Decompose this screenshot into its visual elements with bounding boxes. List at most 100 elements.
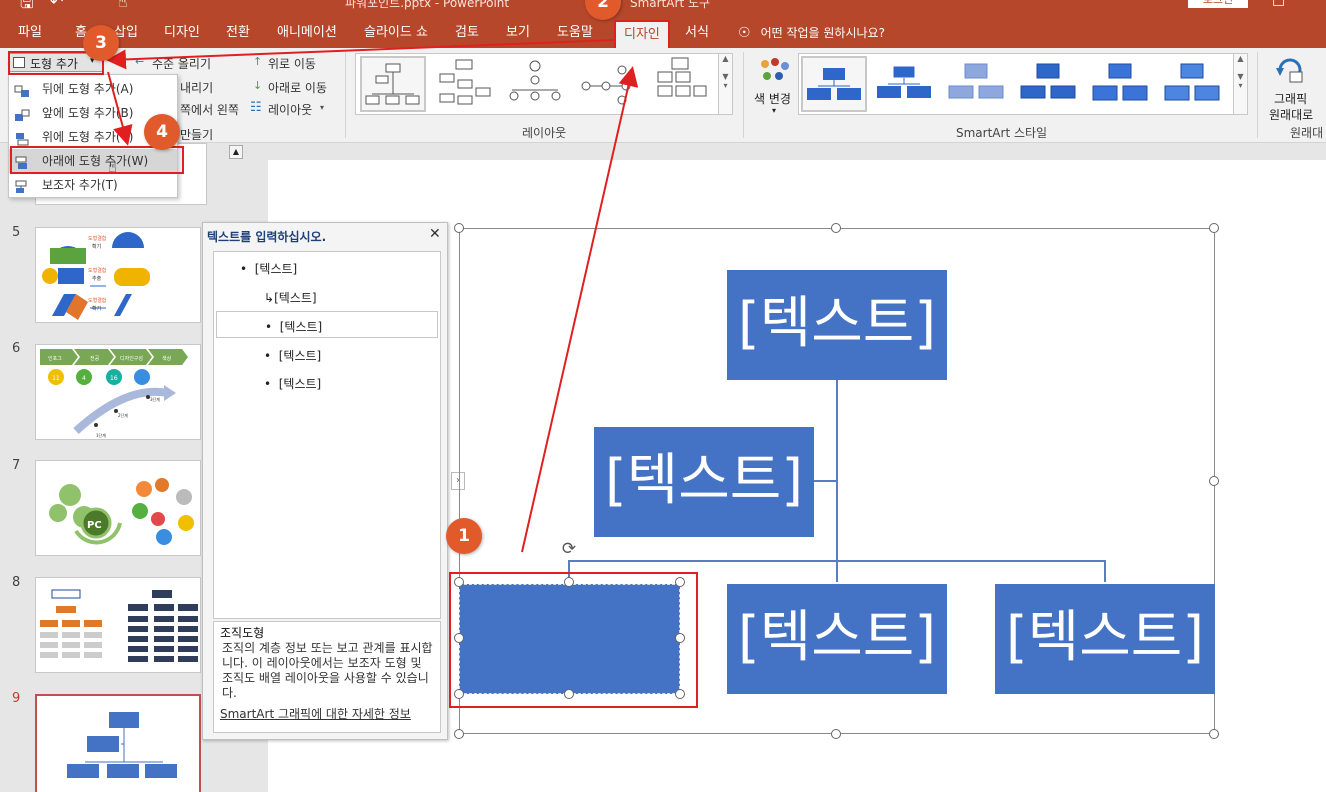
tell-me-search[interactable]: ☉ 어떤 작업을 원하시나요? [738, 20, 885, 48]
frame-resize-handle[interactable] [1209, 476, 1219, 486]
list-item[interactable]: • [텍스트] [264, 347, 321, 364]
slide-number: 6 [12, 341, 21, 356]
touch-mode-icon[interactable]: ☝ [118, 0, 128, 11]
slide-number: 7 [12, 458, 21, 473]
demote-button[interactable]: 내리기 [180, 79, 213, 96]
style-subtle-effect[interactable] [945, 56, 1011, 112]
style-polished[interactable] [1161, 56, 1227, 112]
ribbon-display-icon[interactable]: □ [1272, 0, 1285, 8]
slide-thumbnail-5[interactable]: 도형결합 확기 도형결합 추출 도형결합 확기 [35, 227, 201, 323]
smartart-node-top[interactable]: [텍스트] [727, 270, 947, 380]
rotate-handle-icon[interactable]: ⟳ [559, 539, 579, 559]
tab-review[interactable]: 검토 [455, 20, 479, 48]
menu-item-add-assistant[interactable]: 보조자 추가(T) [9, 173, 177, 197]
add-before-icon [14, 106, 30, 121]
menu-item-add-shape-after[interactable]: 뒤에 도형 추가(A) [9, 77, 177, 101]
menu-item-label: 보조자 추가(T) [42, 178, 118, 192]
slide-6-num-1: 11 [52, 375, 60, 382]
bullet-text: [텍스트] [274, 291, 317, 305]
menu-item-label: 위에 도형 추가(V) [42, 130, 134, 144]
layout-icon: ☷ [250, 100, 262, 115]
style-intense-effect[interactable] [1089, 56, 1155, 112]
group-divider [345, 52, 346, 138]
move-up-button[interactable]: 위로 이동 [268, 55, 316, 72]
list-item-selected[interactable]: • [텍스트] [216, 311, 438, 338]
smartart-node-child-2[interactable]: [텍스트] [727, 584, 947, 694]
frame-resize-handle[interactable] [831, 223, 841, 233]
text-pane[interactable]: 텍스트를 입력하십시오. ✕ • [텍스트] ↳[텍스트] • [텍스트] • … [202, 222, 448, 740]
tab-file[interactable]: 파일 [18, 20, 42, 48]
frame-resize-handle[interactable] [1209, 223, 1219, 233]
change-colors-label: 색 변경 [754, 92, 791, 106]
slide-6-preview: 인포그 전공 디자인구성 색상 11 4 16 1단계 2단계 3단계 [40, 349, 188, 438]
connector-line [568, 560, 1106, 562]
list-item[interactable]: • [텍스트] [265, 318, 322, 335]
frame-resize-handle[interactable] [454, 223, 464, 233]
layout-org-chart[interactable] [360, 56, 426, 112]
styles-gallery-scroll[interactable]: ▲ ▼ ▾ [1233, 54, 1247, 114]
move-down-button[interactable]: 아래로 이동 [268, 79, 327, 96]
smartart-styles-gallery[interactable]: ▲ ▼ ▾ [798, 53, 1248, 115]
horizontal-org-layout-icon [657, 57, 707, 97]
save-icon[interactable]: 🖫 [20, 0, 34, 19]
ribbon: 도형 추가 ▾ ← 수준 올리기 내리기 쪽에서 왼쪽 만들기 ↑ 위로 이동 … [0, 48, 1326, 143]
login-button[interactable]: 로그인 [1188, 0, 1248, 8]
smartart-node-assistant[interactable]: [텍스트] [594, 427, 814, 537]
palette-icon [761, 58, 789, 80]
layout-name-title-org[interactable] [432, 56, 498, 112]
list-item[interactable]: • [텍스트] [264, 375, 321, 392]
tab-animations[interactable]: 애니메이션 [277, 20, 337, 48]
frame-resize-handle[interactable] [831, 729, 841, 739]
menu-item-label: 뒤에 도형 추가(A) [42, 82, 134, 96]
highlight-add-below [10, 146, 184, 174]
tab-format[interactable]: 서식 [685, 20, 709, 48]
layouts-gallery-scroll[interactable]: ▲ ▼ ▾ [718, 54, 732, 114]
style-white-outline[interactable] [873, 56, 939, 112]
tab-transitions[interactable]: 전환 [226, 20, 250, 48]
add-assistant-icon [14, 178, 30, 193]
frame-resize-handle[interactable] [1209, 729, 1219, 739]
list-item[interactable]: ↳[텍스트] [264, 289, 317, 306]
layout-labeled-hierarchy[interactable] [576, 56, 642, 112]
text-pane-bullets[interactable]: • [텍스트] ↳[텍스트] • [텍스트] • [텍스트] • [텍스트] [213, 251, 441, 619]
tab-design[interactable]: 디자인 [164, 20, 200, 48]
right-to-left-button[interactable]: 쪽에서 왼쪽 [180, 101, 239, 118]
slide-5-label-a: 도형결합 [88, 235, 107, 242]
layouts-group-label: 레이아웃 [522, 126, 567, 140]
style-moderate-effect[interactable] [1017, 56, 1083, 112]
layout-description: 조직도형 조직의 계층 정보 또는 보고 관계를 표시합니다. 이 레이아웃에서… [213, 621, 441, 733]
layout-horizontal-org[interactable] [648, 56, 714, 112]
tab-view[interactable]: 보기 [506, 20, 530, 48]
slide-thumbnail-9-current[interactable] [35, 694, 201, 792]
list-item[interactable]: • [텍스트] [240, 260, 297, 277]
annotation-badge-4: 4 [144, 114, 180, 150]
slide-8-preview [40, 589, 198, 662]
slide-5-label-d: 추출 [92, 275, 102, 282]
layouts-gallery[interactable]: ▲ ▼ ▾ [355, 53, 733, 115]
change-colors-button[interactable]: 색 변경 ▾ [752, 56, 796, 120]
style-simple-fill[interactable] [801, 56, 867, 112]
slide-5-label-c: 도형결합 [88, 267, 107, 274]
menu-item-label: 앞에 도형 추가(B) [42, 106, 134, 120]
slide-thumbnail-7[interactable]: PC [35, 460, 201, 556]
tab-slideshow[interactable]: 슬라이드 쇼 [364, 20, 428, 48]
smartart-styles-group-label: SmartArt 스타일 [956, 126, 1048, 140]
reset-graphic-button[interactable]: 그래픽 원래대로 [1264, 54, 1326, 122]
move-down-icon: ↓ [253, 79, 263, 92]
frame-resize-handle[interactable] [454, 729, 464, 739]
org-chart-layout-icon [365, 63, 420, 105]
slide-thumbnail-8[interactable] [35, 577, 201, 673]
layout-circle-picture-hierarchy[interactable] [504, 56, 570, 112]
promote-button[interactable]: 수준 올리기 [152, 55, 211, 72]
layout-description-body: 조직의 계층 정보 또는 보고 관계를 표시합니다. 이 레이아웃에서는 보조자… [222, 641, 433, 700]
tab-help[interactable]: 도움말 [557, 20, 593, 48]
close-icon[interactable]: ✕ [429, 226, 441, 242]
layout-dropdown[interactable]: 레이아웃 [268, 101, 312, 118]
slide-thumbnail-6[interactable]: 인포그 전공 디자인구성 색상 11 4 16 1단계 2단계 3단계 [35, 344, 201, 440]
more-info-link[interactable]: SmartArt 그래픽에 대한 자세한 정보 [220, 707, 434, 722]
tab-smartart-design[interactable]: 디자인 [614, 20, 670, 48]
undo-icon[interactable]: ↶ [50, 0, 63, 11]
connector-line [814, 480, 837, 482]
scroll-up-arrow-icon[interactable]: ▲ [229, 145, 243, 159]
smartart-node-child-3[interactable]: [텍스트] [995, 584, 1215, 694]
